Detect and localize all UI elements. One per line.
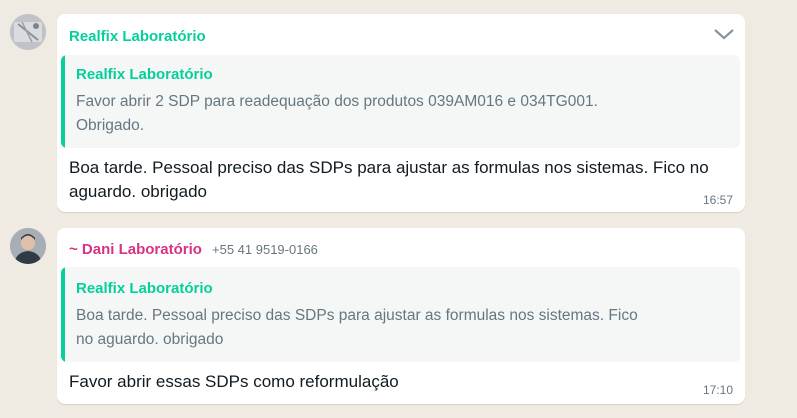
message-text: Boa tarde. Pessoal preciso das SDPs para… [69,158,709,201]
user-photo-icon [10,228,46,264]
sender-name[interactable]: Realfix Laboratório [69,28,206,45]
quote-author: Realfix Laboratório [76,280,213,297]
group-photo-icon [10,14,46,50]
message-bubble[interactable]: Realfix Laboratório Realfix Laboratório … [57,14,745,212]
quote-accent-bar [61,55,65,148]
message-time: 17:10 [703,383,734,397]
avatar[interactable] [10,228,46,264]
quote-text: Boa tarde. Pessoal preciso das SDPs para… [76,307,638,348]
avatar[interactable] [10,14,46,50]
message-time: 16:57 [703,193,734,207]
quote-author: Realfix Laboratório [76,66,213,83]
message-bubble[interactable]: ~ Dani Laboratório +55 41 9519-0166 Real… [57,228,745,404]
sender-name[interactable]: ~ Dani Laboratório [69,241,202,258]
sender-phone: +55 41 9519-0166 [212,242,318,257]
message-text: Favor abrir essas SDPs como reformulação [69,372,399,391]
quote-text: Favor abrir 2 SDP para readequação dos p… [76,93,598,134]
quoted-message[interactable]: Realfix Laboratório Boa tarde. Pessoal p… [61,267,740,362]
quote-accent-bar [61,267,65,362]
chevron-down-icon[interactable] [713,27,735,41]
quoted-message[interactable]: Realfix Laboratório Favor abrir 2 SDP pa… [61,55,740,148]
